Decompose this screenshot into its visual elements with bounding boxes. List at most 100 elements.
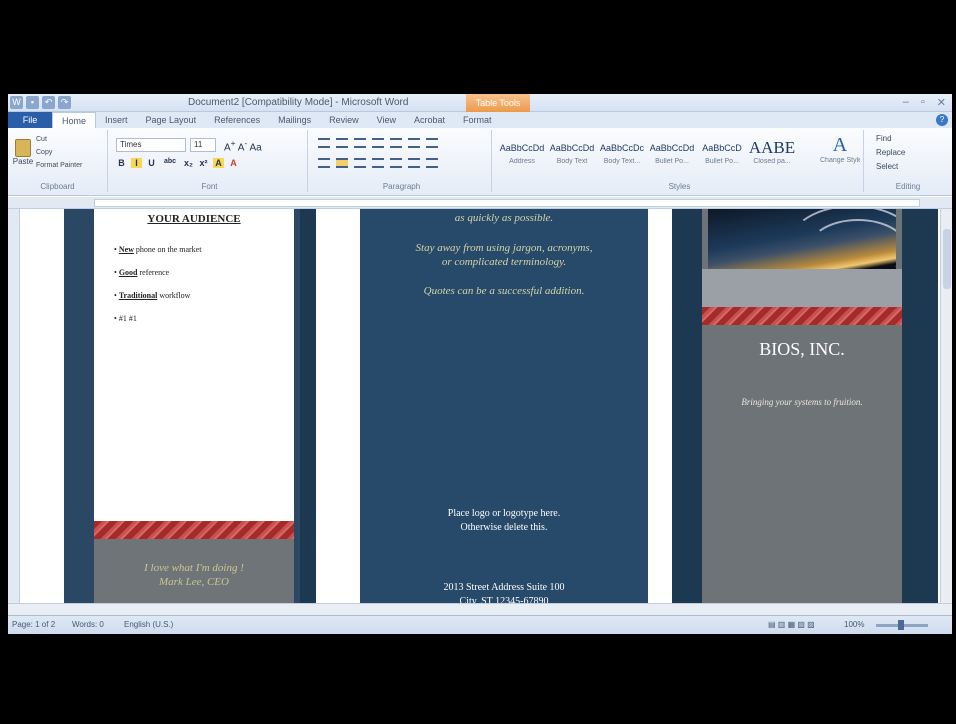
show-marks-icon[interactable] [426,138,438,148]
cut-button[interactable]: Cut [36,134,47,145]
style-bullet-point-2[interactable]: AaBbCcD Bullet Po... [698,138,746,165]
align-right-icon[interactable] [354,158,366,168]
tab-home[interactable]: Home [52,112,97,128]
help-icon[interactable]: ? [936,114,948,126]
list-buttons [318,138,438,148]
view-buttons-icon[interactable]: ▤ ▥ ▦ ▧ ▨ [768,620,815,629]
horizontal-ruler[interactable] [8,197,952,209]
tab-format[interactable]: Format [454,112,501,128]
tab-acrobat[interactable]: Acrobat [405,112,454,128]
replace-button[interactable]: Replace [876,148,905,157]
left-panel: YOUR AUDIENCE • New phone on the market … [64,209,300,603]
status-bar: Page: 1 of 2 Words: 0 English (U.S.) ▤ ▥… [8,615,952,634]
tab-insert[interactable]: Insert [96,112,137,128]
cover-photo[interactable] [708,209,896,269]
copy-button[interactable]: Copy [36,147,52,158]
scroll-thumb[interactable] [943,229,951,289]
language[interactable]: English (U.S.) [124,620,173,629]
audience-box[interactable]: YOUR AUDIENCE • New phone on the market … [94,209,294,527]
editing-label: Editing [895,182,921,191]
page-count[interactable]: Page: 1 of 2 [12,620,55,629]
bold-button[interactable]: B [116,158,127,168]
style-address[interactable]: AaBbCcDd Address [498,138,546,165]
font-size-select[interactable]: 11 [190,138,216,152]
word-count[interactable]: Words: 0 [72,620,104,629]
style-body-text-2[interactable]: AaBbCcDc Body Text... [598,138,646,165]
zoom-level[interactable]: 100% [844,620,864,629]
format-painter-button[interactable]: Format Painter [36,160,82,171]
justify-icon[interactable] [372,158,384,168]
vertical-scrollbar[interactable] [940,209,952,603]
subscript-button[interactable]: x₂ [183,158,194,168]
highlight-button[interactable]: A [213,158,224,168]
italic-button[interactable]: I [131,158,142,168]
address-line: 2013 Street Address Suite 100 [443,582,565,593]
align-center-icon[interactable] [336,158,348,168]
ribbon-tabs: File Home Insert Page Layout References … [8,112,952,128]
audience-title: YOUR AUDIENCE [147,213,241,225]
ribbon: Paste Cut Copy Format Painter Clipboard … [8,128,952,196]
styles-group: AaBbCcDd Address AaBbCcDd Body Text AaBb… [496,130,864,192]
tab-page-layout[interactable]: Page Layout [137,112,206,128]
close-button[interactable]: ✕ [937,96,946,109]
stripe-divider [702,307,902,325]
minimize-button[interactable]: – [903,96,909,109]
save-icon[interactable]: ▪ [26,96,39,109]
company-tagline: Bringing your systems to fruition. [741,397,863,407]
stripe-divider [94,521,294,539]
sort-icon[interactable] [408,138,420,148]
increase-indent-icon[interactable] [390,138,402,148]
body-text-top: as quickly as possible. [454,212,554,224]
city-line: City, ST 12345-67890 [459,596,549,603]
horizontal-scrollbar[interactable] [8,603,952,615]
body-text-terminology: or complicated terminology. [441,256,567,268]
redo-icon[interactable]: ↷ [58,96,71,109]
list-item: • #1 #1 [114,314,137,323]
list-item: • New phone on the market [114,245,202,254]
editing-group: Find Replace Select Editing [868,130,948,192]
font-name-select[interactable]: Times [116,138,186,152]
body-text-quotes: Quotes can be a successful addition. [423,285,585,297]
align-left-icon[interactable] [318,158,330,168]
tab-view[interactable]: View [368,112,405,128]
zoom-slider[interactable] [876,620,928,630]
list-item: • Traditional workflow [114,291,191,300]
strikethrough-button[interactable]: abc [161,158,179,168]
document-canvas[interactable]: YOUR AUDIENCE • New phone on the market … [20,209,940,603]
change-styles-button[interactable]: A Change Styles [820,134,860,164]
audience-list: • New phone on the market • Good referen… [114,245,201,337]
tab-mailings[interactable]: Mailings [269,112,320,128]
line-spacing-icon[interactable] [390,158,402,168]
vertical-ruler[interactable] [8,209,20,603]
underline-button[interactable]: U [146,158,157,168]
find-button[interactable]: Find [876,134,892,143]
superscript-button[interactable]: x² [198,158,209,168]
quote-text: I love what I'm doing ! [144,562,244,574]
word-icon[interactable]: W [10,96,23,109]
numbering-icon[interactable] [336,138,348,148]
multilevel-icon[interactable] [354,138,366,148]
tab-references[interactable]: References [205,112,269,128]
style-body-text[interactable]: AaBbCcDd Body Text [548,138,596,165]
style-closed-paragraph[interactable]: AABE Closed pa... [748,138,796,165]
paragraph-label: Paragraph [382,182,421,191]
tab-review[interactable]: Review [320,112,368,128]
logo-placeholder: Place logo or logotype here. [447,508,561,519]
paste-button[interactable]: Paste [12,132,34,172]
bullets-icon[interactable] [318,138,330,148]
tab-file[interactable]: File [8,112,52,128]
context-tab-table-tools[interactable]: Table Tools [466,94,530,112]
maximize-button[interactable]: ▫ [921,96,925,109]
logo-note: Otherwise delete this. [460,522,548,533]
borders-icon[interactable] [426,158,438,168]
window-title: Document2 [Compatibility Mode] - Microso… [188,97,409,108]
grow-font-icon[interactable]: A+ A- Aa [224,138,262,153]
zoom-thumb[interactable] [898,620,904,630]
font-color-button[interactable]: A [228,158,239,168]
undo-icon[interactable]: ↶ [42,96,55,109]
select-button[interactable]: Select [876,162,898,171]
clipboard-group: Paste Cut Copy Format Painter Clipboard [8,130,108,192]
style-bullet-point[interactable]: AaBbCcDd Bullet Po... [648,138,696,165]
shading-icon[interactable] [408,158,420,168]
decrease-indent-icon[interactable] [372,138,384,148]
